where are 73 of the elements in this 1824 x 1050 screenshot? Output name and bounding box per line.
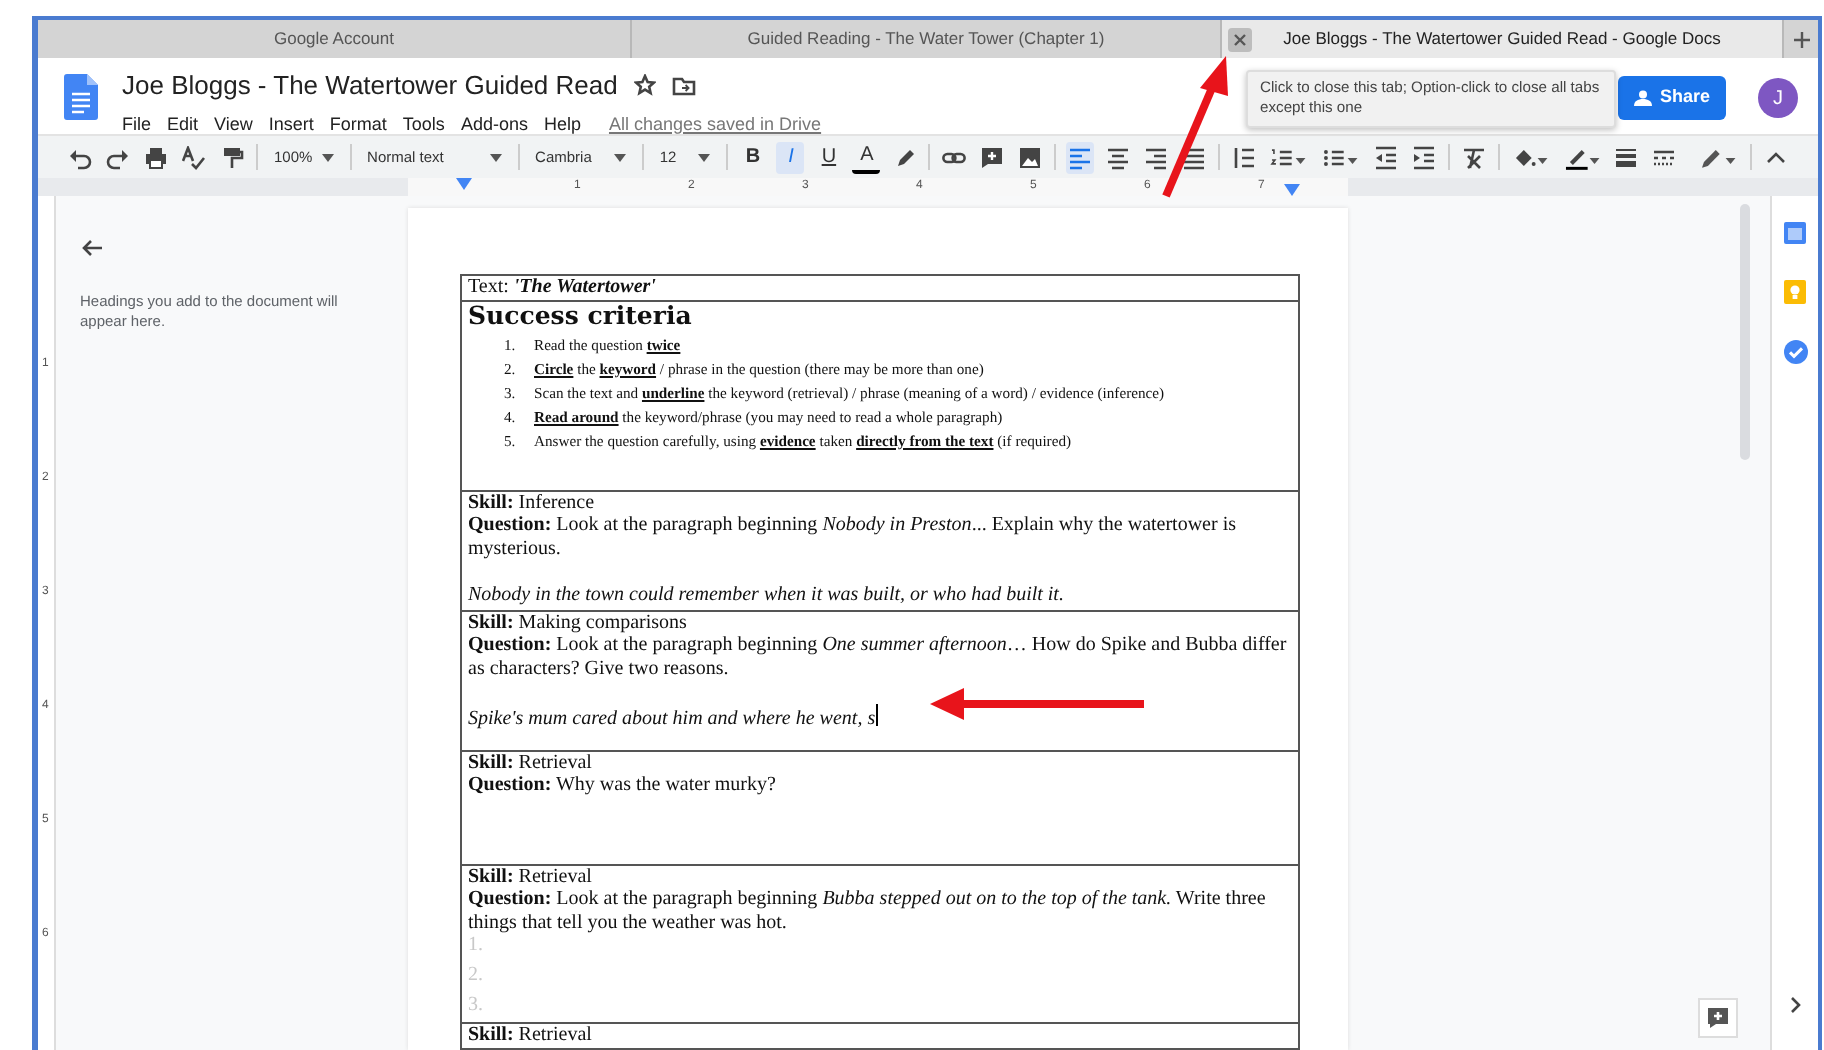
share-button[interactable]: Share: [1617, 76, 1726, 120]
decrease-indent-icon[interactable]: [1373, 145, 1398, 169]
border-width-icon[interactable]: [1614, 145, 1639, 169]
criteria-heading: Success criteria: [468, 301, 694, 330]
skill-label: Skill: Retrieval: [468, 751, 594, 775]
line-spacing-icon[interactable]: [1232, 145, 1257, 169]
menu-item[interactable]: Add-ons: [460, 111, 528, 138]
fill-color-icon[interactable]: [1511, 145, 1550, 169]
print-icon[interactable]: [144, 145, 168, 169]
folder-icon[interactable]: [671, 75, 696, 96]
menu-item[interactable]: Tools: [402, 111, 445, 138]
menu-item[interactable]: View: [214, 111, 253, 138]
caret-icon: [613, 153, 626, 161]
paint-format-icon[interactable]: [220, 145, 244, 169]
browser-tab[interactable]: Joe Bloggs - The Watertower Guided Read - Google Docs: [1222, 20, 1784, 58]
spellcheck-icon[interactable]: [182, 145, 206, 169]
avatar[interactable]: J: [1758, 78, 1798, 118]
highlighter-icon[interactable]: [892, 145, 917, 169]
caret-icon: [698, 153, 711, 161]
annotation-arrow: [1162, 56, 1228, 198]
text-label: Text:: [468, 276, 509, 298]
pencil-icon[interactable]: [1700, 145, 1738, 169]
person-icon: [1633, 90, 1652, 106]
document-title[interactable]: Joe Bloggs - The Watertower Guided Read: [122, 66, 618, 105]
answer-text[interactable]: Spike's mum cared about him and where he went, s: [468, 704, 1292, 732]
align-center-icon[interactable]: [1106, 145, 1131, 169]
menu-item[interactable]: Format: [329, 111, 387, 138]
comment-icon[interactable]: [980, 145, 1005, 169]
underline-button[interactable]: U: [814, 141, 843, 173]
calendar-icon[interactable]: [1784, 220, 1806, 244]
text-title: 'The Watertower': [513, 276, 656, 298]
caret-icon: [489, 153, 502, 161]
align-right-icon[interactable]: [1144, 145, 1169, 169]
question-text: Question: Look at the paragraph beginning Bubba stepped out on to the top of the tank. Write three things that tell you the weather was hot.: [468, 888, 1268, 935]
increase-indent-icon[interactable]: [1411, 145, 1436, 169]
skill-label: Skill: Inference: [468, 491, 597, 515]
clear-formatting-icon[interactable]: [1461, 145, 1486, 169]
pen-color-icon[interactable]: [1563, 145, 1601, 169]
menu-item[interactable]: Edit: [167, 111, 199, 138]
skill-label: Skill: Retrieval: [468, 865, 594, 889]
scrollbar[interactable]: [1740, 204, 1750, 460]
question-text: Question: Look at the paragraph beginning Nobody in Preston... Explain why the watertower is mysterious.: [468, 514, 1238, 561]
align-left-icon[interactable]: [1068, 145, 1093, 169]
menu-item[interactable]: Help: [543, 111, 581, 138]
browser-tab[interactable]: Google Account: [38, 20, 632, 58]
justify-icon[interactable]: [1182, 145, 1207, 169]
chevron-right-icon[interactable]: [1789, 996, 1801, 1015]
answer-text[interactable]: Nobody in the town could remember when it was built, or who had built it.: [468, 584, 1292, 608]
add-comment-icon[interactable]: [1706, 1006, 1730, 1030]
new-tab-icon[interactable]: [1791, 29, 1811, 49]
skill-label: Skill: Making comparisons: [468, 611, 689, 635]
star-icon[interactable]: [633, 74, 656, 97]
question-text: Question: Look at the paragraph beginning One summer afternoon… How do Spike and Bubba differ as characters? Give two reasons.: [468, 634, 1289, 681]
redo-icon[interactable]: [106, 145, 130, 169]
save-status-link[interactable]: All changes saved in Drive: [608, 111, 822, 138]
question-text: Question: Why was the water murky?: [468, 774, 778, 798]
border-dash-icon[interactable]: [1652, 145, 1677, 169]
menu-item[interactable]: Insert: [268, 111, 314, 138]
bulleted-list-icon[interactable]: [1322, 145, 1360, 169]
numbered-list-icon[interactable]: [1270, 145, 1309, 169]
document-icon[interactable]: [64, 74, 98, 121]
skill-label: Skill: Retrieval: [468, 1024, 594, 1048]
image-icon[interactable]: [1018, 145, 1043, 169]
undo-icon[interactable]: [68, 145, 92, 169]
close-icon[interactable]: [1228, 27, 1252, 52]
bold-button[interactable]: B: [738, 141, 767, 173]
add-comment-button[interactable]: [1698, 998, 1738, 1038]
tasks-check-icon[interactable]: [1783, 340, 1807, 364]
text-color-button[interactable]: A: [852, 141, 881, 173]
back-arrow-icon[interactable]: [80, 237, 104, 258]
caret-icon: [321, 153, 334, 161]
menu-item[interactable]: File: [122, 111, 152, 138]
italic-button[interactable]: I: [776, 141, 805, 173]
